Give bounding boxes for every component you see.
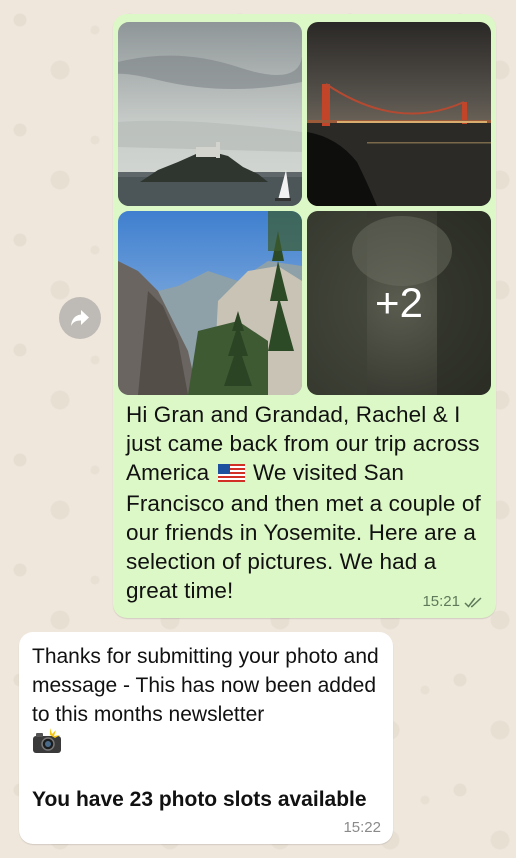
incoming-message-bubble[interactable]: Thanks for submitting your photo and mes… — [19, 632, 393, 844]
photo-yosemite[interactable] — [118, 211, 302, 395]
camera-flash-emoji — [32, 728, 62, 759]
more-photos-count: +2 — [375, 279, 423, 326]
incoming-message-text: Thanks for submitting your photo and mes… — [32, 645, 379, 726]
forward-button[interactable] — [59, 297, 101, 339]
forward-arrow-icon — [71, 310, 89, 326]
outgoing-message-bubble[interactable]: +2 Hi Gran and Grandad, Rachel & I just … — [113, 14, 496, 618]
outgoing-message-meta: 15:21 — [422, 593, 484, 610]
incoming-message-time: 15:22 — [343, 819, 381, 836]
double-check-icon — [464, 596, 484, 608]
us-flag-emoji — [217, 460, 245, 489]
photo-golden-gate-bridge[interactable] — [307, 22, 491, 206]
outgoing-message-text: Hi Gran and Grandad, Rachel & I just cam… — [126, 400, 486, 605]
photo-slots-available: You have 23 photo slots available — [32, 788, 367, 811]
photo-alcatraz[interactable] — [118, 22, 302, 206]
outgoing-message-time: 15:21 — [422, 593, 460, 610]
photo-more[interactable]: +2 — [307, 211, 491, 395]
